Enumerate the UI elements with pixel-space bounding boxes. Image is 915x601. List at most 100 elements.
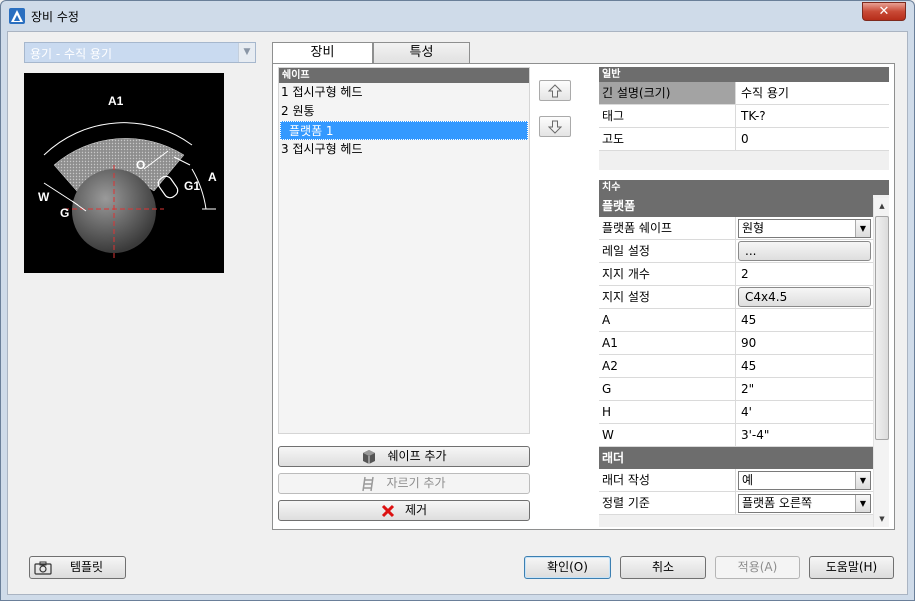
prop-value[interactable]: 3'-4" <box>737 424 873 446</box>
prop-key: A <box>599 309 736 331</box>
arrow-up-icon <box>548 84 562 98</box>
prop-value[interactable]: 2" <box>737 378 873 400</box>
general-section: 일반 긴 설명(크기) 수직 용기 태그 TK-? 고도 0 <box>599 67 889 170</box>
prop-key: 지지 개수 <box>599 263 736 285</box>
add-shape-button[interactable]: 쉐이프 추가 <box>278 446 530 467</box>
dimensions-section: 치수 플랫폼 플랫폼 쉐이프 원형 ▼ 레일 설정 ... 지지 개수 2 지지… <box>599 180 889 527</box>
diagram-label-o: O <box>136 158 145 172</box>
prop-row-dim-a2[interactable]: A2 45 <box>599 355 873 378</box>
shape-item[interactable]: 2 원통 <box>279 102 529 121</box>
window-title: 장비 수정 <box>31 10 79 24</box>
platform-shape-dropdown[interactable]: 원형 ▼ <box>738 219 871 238</box>
move-down-button[interactable] <box>539 116 571 137</box>
template-button[interactable]: 템플릿 <box>29 556 126 579</box>
prop-value[interactable]: 90 <box>737 332 873 354</box>
prop-value[interactable]: 2 <box>737 263 873 285</box>
scroll-down-icon[interactable]: ▼ <box>874 511 890 527</box>
scroll-up-icon[interactable]: ▲ <box>874 198 890 214</box>
tab-properties[interactable]: 특성 <box>373 42 470 64</box>
add-shape-label: 쉐이프 추가 <box>387 449 447 463</box>
template-label: 템플릿 <box>69 560 104 574</box>
prop-value[interactable]: 수직 용기 <box>737 82 889 104</box>
equipment-combobox[interactable]: 용기 - 수직 용기 ▼ <box>24 42 256 63</box>
support-setting-button[interactable]: C4x4.5 <box>738 287 871 307</box>
shape-item-selected[interactable]: 플랫폼 1 <box>280 121 528 140</box>
dropdown-value: 예 <box>742 473 754 487</box>
prop-row-dim-w[interactable]: W 3'-4" <box>599 424 873 447</box>
prop-row-support-setting[interactable]: 지지 설정 C4x4.5 <box>599 286 873 309</box>
scrollbar-thumb[interactable] <box>875 216 889 440</box>
tab-equipment[interactable]: 장비 <box>272 42 373 65</box>
app-icon <box>9 8 25 24</box>
category-platform[interactable]: 플랫폼 <box>599 195 873 217</box>
chevron-down-icon[interactable]: ▼ <box>238 43 255 62</box>
prop-key: H <box>599 401 736 423</box>
prop-row-elevation[interactable]: 고도 0 <box>599 128 889 151</box>
prop-row-rail-setting[interactable]: 레일 설정 ... <box>599 240 873 263</box>
prop-value[interactable]: 0 <box>737 128 889 150</box>
camera-icon <box>34 561 52 575</box>
close-button[interactable]: ✕ <box>862 2 906 21</box>
prop-key: 태그 <box>599 105 736 127</box>
prop-key: 레일 설정 <box>599 240 736 262</box>
title-bar[interactable]: 장비 수정 ✕ <box>1 1 914 31</box>
prop-row-align-basis[interactable]: 정렬 기준 플랫폼 오른쪽 ▼ <box>599 492 873 515</box>
equipment-combobox-value: 용기 - 수직 용기 <box>30 47 113 61</box>
diagram-label-w: W <box>38 190 50 204</box>
prop-key: 고도 <box>599 128 736 150</box>
prop-row-create-ladder[interactable]: 래더 작성 예 ▼ <box>599 469 873 492</box>
dropdown-value: 원형 <box>742 221 765 235</box>
dimensions-header: 치수 <box>599 180 889 195</box>
prop-key: W <box>599 424 736 446</box>
prop-key: G <box>599 378 736 400</box>
prop-row-description[interactable]: 긴 설명(크기) 수직 용기 <box>599 82 889 105</box>
dropdown-value: 플랫폼 오른쪽 <box>742 496 813 510</box>
prop-row-platform-shape[interactable]: 플랫폼 쉐이프 원형 ▼ <box>599 217 873 240</box>
diagram-label-a: A <box>208 170 217 184</box>
create-ladder-dropdown[interactable]: 예 ▼ <box>738 471 871 490</box>
ok-button[interactable]: 확인(O) <box>524 556 611 579</box>
arrow-down-icon <box>548 120 562 134</box>
general-header: 일반 <box>599 67 889 82</box>
shape-item[interactable]: 3 접시구형 헤드 <box>279 140 529 159</box>
chevron-down-icon[interactable]: ▼ <box>855 472 870 489</box>
prop-row-dim-a[interactable]: A 45 <box>599 309 873 332</box>
prop-row-dim-a1[interactable]: A1 90 <box>599 332 873 355</box>
prop-value[interactable]: TK-? <box>737 105 889 127</box>
equipment-preview: A1 O G1 A W G <box>24 73 224 273</box>
dimensions-grid: 플랫폼 플랫폼 쉐이프 원형 ▼ 레일 설정 ... 지지 개수 2 지지 설정… <box>599 195 873 515</box>
dialog-window: 장비 수정 ✕ 용기 - 수직 용기 ▼ A1 O G1 A W G 장비 특성… <box>0 0 915 601</box>
category-ladder[interactable]: 래더 <box>599 447 873 469</box>
prop-row-tag[interactable]: 태그 TK-? <box>599 105 889 128</box>
add-cut-button[interactable]: 자르기 추가 <box>278 473 530 494</box>
remove-button[interactable]: 제거 <box>278 500 530 521</box>
add-cut-label: 자르기 추가 <box>386 476 446 490</box>
prop-value[interactable]: 45 <box>737 355 873 377</box>
diagram-label-g: G <box>60 206 69 220</box>
dimensions-scrollbar[interactable]: ▲ ▼ <box>873 198 889 527</box>
chevron-down-icon[interactable]: ▼ <box>855 220 870 237</box>
platform-diagram: A1 O G1 A W G <box>38 94 217 258</box>
cancel-button[interactable]: 취소 <box>620 556 706 579</box>
shape-list[interactable]: 쉐이프 1 접시구형 헤드 2 원통 플랫폼 1 3 접시구형 헤드 <box>278 67 530 434</box>
shape-list-header: 쉐이프 <box>279 68 529 83</box>
prop-row-dim-h[interactable]: H 4' <box>599 401 873 424</box>
apply-button[interactable]: 적용(A) <box>715 556 800 579</box>
prop-row-dim-g[interactable]: G 2" <box>599 378 873 401</box>
chevron-down-icon[interactable]: ▼ <box>855 495 870 512</box>
prop-key: A1 <box>599 332 736 354</box>
move-up-button[interactable] <box>539 80 571 101</box>
help-button[interactable]: 도움말(H) <box>809 556 894 579</box>
prop-value[interactable]: 4' <box>737 401 873 423</box>
prop-key: 정렬 기준 <box>599 492 736 514</box>
prop-row-support-count[interactable]: 지지 개수 2 <box>599 263 873 286</box>
diagram-label-a1: A1 <box>108 94 124 108</box>
prop-key: 지지 설정 <box>599 286 736 308</box>
rail-setting-button[interactable]: ... <box>738 241 871 261</box>
prop-key: A2 <box>599 355 736 377</box>
shape-item[interactable]: 1 접시구형 헤드 <box>279 83 529 102</box>
align-basis-dropdown[interactable]: 플랫폼 오른쪽 ▼ <box>738 494 871 513</box>
prop-value[interactable]: 45 <box>737 309 873 331</box>
prop-key: 래더 작성 <box>599 469 736 491</box>
tab-panel-equipment: 쉐이프 1 접시구형 헤드 2 원통 플랫폼 1 3 접시구형 헤드 쉐이프 추… <box>272 63 895 530</box>
